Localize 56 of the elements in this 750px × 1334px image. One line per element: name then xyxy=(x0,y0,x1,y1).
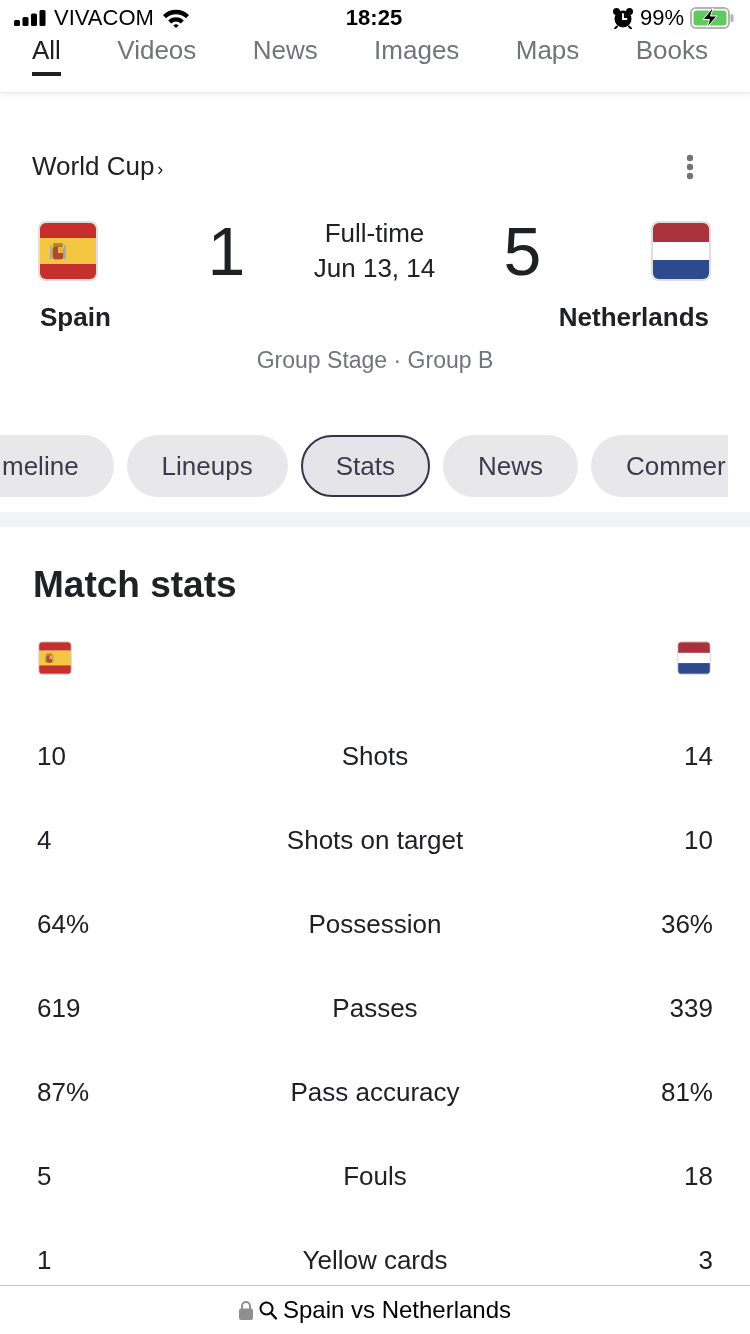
stat-value: 3 xyxy=(698,1245,713,1275)
search-icon xyxy=(258,1300,277,1320)
lock-icon xyxy=(238,1300,253,1320)
match-tab[interactable]: Commer xyxy=(590,435,728,497)
stat-value: 339 xyxy=(669,993,713,1023)
match-status: Full-time xyxy=(324,217,425,250)
clock-time: 18:25 xyxy=(345,5,403,31)
search-tab[interactable]: Videos xyxy=(117,36,197,76)
stat-label: Possession xyxy=(308,909,442,939)
match-tab[interactable]: Stats xyxy=(300,435,430,497)
carrier-name: VIVACOM xyxy=(54,5,154,31)
match-tab[interactable]: Lineups xyxy=(126,435,288,497)
search-tab[interactable]: Books xyxy=(635,36,708,76)
flag-icon xyxy=(651,221,711,281)
alarm-clock-icon xyxy=(611,7,634,29)
match-tab[interactable]: News xyxy=(442,435,578,497)
more-options-icon[interactable] xyxy=(686,154,694,180)
stat-value: 619 xyxy=(37,993,81,1023)
team-name: Spain xyxy=(40,302,111,332)
section-title: Match stats xyxy=(33,563,237,607)
search-tab[interactable]: Images xyxy=(374,36,460,76)
team-score: 1 xyxy=(207,216,246,286)
stat-value: 36% xyxy=(660,909,713,939)
match-stage: Group Stage · Group B xyxy=(256,346,494,374)
stat-label: Shots xyxy=(341,741,409,771)
search-tab[interactable]: News xyxy=(252,36,318,76)
stat-value: 1 xyxy=(37,1245,52,1275)
address-text[interactable]: Spain vs Netherlands xyxy=(282,1296,512,1324)
stat-label: Pass accuracy xyxy=(290,1077,460,1107)
flag-icon xyxy=(677,641,711,675)
flag-icon xyxy=(38,641,72,675)
flag-icon xyxy=(38,221,98,281)
stat-label: Passes xyxy=(332,993,418,1023)
battery-percent: 99% xyxy=(639,5,684,31)
search-tab[interactable]: Maps xyxy=(515,36,580,76)
battery-charging-icon xyxy=(690,7,734,29)
stat-value: 10 xyxy=(684,825,713,855)
stat-value: 64% xyxy=(37,909,90,939)
stat-value: 81% xyxy=(660,1077,713,1107)
stat-value: 18 xyxy=(684,1161,713,1191)
team-name: Netherlands xyxy=(558,302,709,332)
stat-value: 87% xyxy=(37,1077,90,1107)
signal-icon xyxy=(14,10,46,26)
team-score: 5 xyxy=(503,216,542,286)
competition-link[interactable]: World Cup› xyxy=(32,150,164,184)
stat-value: 5 xyxy=(37,1161,52,1191)
stat-value: 14 xyxy=(684,741,713,771)
stat-value: 10 xyxy=(37,741,66,771)
search-tab[interactable]: All xyxy=(32,36,61,76)
match-date: Jun 13, 14 xyxy=(313,252,436,285)
match-tab[interactable]: meline xyxy=(0,435,114,497)
stat-label: Shots on target xyxy=(286,825,464,855)
stat-label: Yellow cards xyxy=(302,1245,448,1275)
wifi-icon xyxy=(161,8,190,28)
stat-value: 4 xyxy=(37,825,52,855)
stat-label: Fouls xyxy=(343,1161,407,1191)
